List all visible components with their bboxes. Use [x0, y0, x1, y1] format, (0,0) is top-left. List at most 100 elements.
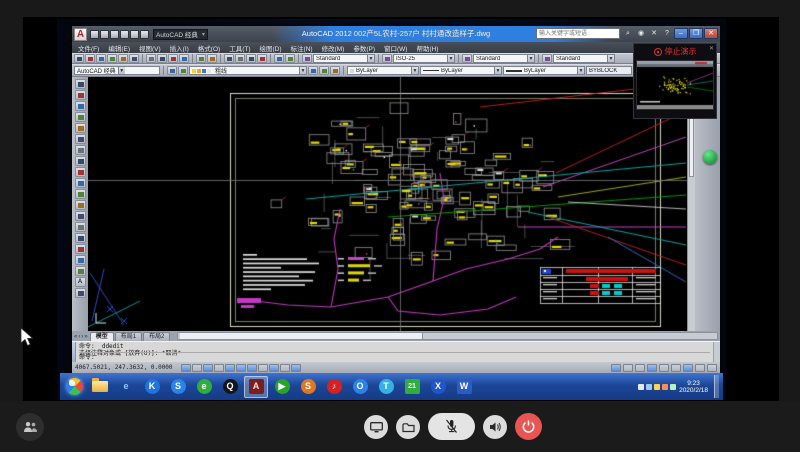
scrollbar-thumb[interactable] — [180, 333, 422, 339]
polar-tracking-toggle[interactable] — [225, 364, 235, 372]
menu-item[interactable]: 工具(T) — [229, 43, 250, 53]
menu-item[interactable]: 插入(I) — [170, 43, 189, 53]
multiline-text-icon[interactable]: A — [75, 277, 86, 287]
taskbar-item-tim[interactable]: T — [374, 376, 398, 398]
table-style-icon[interactable] — [462, 54, 472, 63]
video-file-button[interactable] — [396, 415, 420, 439]
ortho-mode-toggle[interactable] — [214, 364, 224, 372]
tab-布局1[interactable]: 布局1 — [115, 332, 142, 341]
tab-nav-arrow[interactable]: » — [84, 334, 87, 340]
menu-item[interactable]: 绘图(D) — [260, 43, 282, 53]
plotstyle-dropdown[interactable]: BYBLOCK — [586, 66, 632, 75]
cut-icon[interactable] — [146, 54, 156, 63]
menu-item[interactable]: 修改(M) — [322, 43, 345, 53]
end-call-button[interactable] — [515, 413, 542, 440]
quick-view-drawings-icon[interactable] — [635, 364, 645, 372]
menu-item[interactable]: 视图(V) — [139, 43, 161, 53]
taskbar-item-wps-word[interactable]: W — [452, 376, 476, 398]
taskbar-item-kugou-music[interactable]: K — [140, 376, 164, 398]
layer-previous-icon[interactable] — [319, 66, 329, 75]
arc-icon[interactable] — [75, 134, 86, 144]
layer-properties-icon[interactable] — [167, 66, 177, 75]
clean-screen-icon[interactable] — [707, 364, 717, 372]
text-style-dropdown[interactable]: Standard▼ — [313, 54, 375, 63]
make-object-layer-icon[interactable] — [308, 66, 318, 75]
construction-line-icon[interactable] — [75, 90, 86, 100]
workspaces-dropdown[interactable]: AutoCAD 经典 ▼ — [74, 66, 160, 75]
menu-item[interactable]: 文件(F) — [78, 43, 99, 53]
microphone-muted-button[interactable] — [428, 413, 475, 440]
mleader-style-dropdown[interactable]: Standard▼ — [553, 54, 615, 63]
gradient-icon[interactable] — [75, 244, 86, 254]
maximize-button[interactable]: ❐ — [689, 28, 703, 39]
infer-constraints-toggle[interactable] — [181, 364, 191, 372]
open-icon[interactable] — [85, 54, 95, 63]
properties-icon[interactable] — [274, 54, 284, 63]
taskbar-item-360-safe[interactable]: e — [192, 376, 216, 398]
object-snap-tracking-toggle[interactable] — [247, 364, 257, 372]
scrollbar-thumb[interactable] — [689, 117, 694, 177]
layer-dropdown[interactable]: 粗线 ▼ — [189, 66, 307, 75]
table-icon[interactable] — [75, 266, 86, 276]
text-style-icon[interactable] — [302, 54, 312, 63]
zoom-previous-icon[interactable] — [257, 54, 267, 63]
tab-布局2[interactable]: 布局2 — [143, 332, 170, 341]
dim-style-icon[interactable] — [382, 54, 392, 63]
circle-icon[interactable] — [75, 145, 86, 155]
save-icon[interactable] — [96, 54, 106, 63]
taskbar-item-sogou-input[interactable]: S — [166, 376, 190, 398]
search-icon[interactable]: ⌕ — [623, 29, 633, 39]
designcenter-icon[interactable] — [285, 54, 295, 63]
menu-item[interactable]: 窗口(W) — [384, 43, 407, 53]
annotation-visibility-icon[interactable] — [659, 364, 669, 372]
workspace-switching-icon[interactable] — [683, 364, 693, 372]
taskbar-item-app-21[interactable]: 21 — [400, 376, 424, 398]
taskbar-item-media-player[interactable]: ▶ — [270, 376, 294, 398]
show-desktop-button[interactable] — [714, 375, 719, 398]
linetype-dropdown[interactable]: ByLayer ▼ — [420, 66, 502, 75]
horizontal-scrollbar[interactable] — [177, 332, 718, 340]
add-scale-icon[interactable] — [75, 288, 86, 298]
taskbar-item-internet-explorer[interactable]: e — [114, 376, 138, 398]
taskbar-item-browser-360[interactable]: O — [348, 376, 372, 398]
menu-item[interactable]: 编辑(E) — [108, 43, 130, 53]
zoom-window-icon[interactable] — [246, 54, 256, 63]
infocenter-search-input[interactable] — [536, 28, 620, 39]
speaker-button[interactable] — [483, 415, 507, 439]
taskbar-clock[interactable]: 9:23 2020/2/18 — [679, 380, 708, 394]
dynamic-input-toggle[interactable] — [269, 364, 279, 372]
undo-icon[interactable] — [196, 54, 206, 63]
zoom-realtime-icon[interactable] — [235, 54, 245, 63]
grid-display-toggle[interactable] — [203, 364, 213, 372]
menu-item[interactable]: 参数(P) — [353, 43, 375, 53]
dim-style-dropdown[interactable]: ISO-25▼ — [393, 54, 455, 63]
polygon-icon[interactable] — [75, 112, 86, 122]
mleader-style-icon[interactable] — [542, 54, 552, 63]
spline-icon[interactable] — [75, 167, 86, 177]
annotation-scale-icon[interactable] — [647, 364, 657, 372]
taskbar-item-explorer[interactable] — [88, 376, 112, 398]
line-icon[interactable] — [75, 79, 86, 89]
qnew-icon[interactable] — [74, 54, 84, 63]
taskbar-item-sohu-video[interactable]: S — [296, 376, 320, 398]
hatch-icon[interactable] — [75, 233, 86, 243]
table-style-dropdown[interactable]: Standard▼ — [473, 54, 535, 63]
quick-properties-toggle[interactable] — [291, 364, 301, 372]
cad-drawing-canvas[interactable] — [88, 77, 687, 331]
preview-icon[interactable] — [118, 54, 128, 63]
command-window[interactable]: 命令: _ddedit选择注释对象或 [放弃(U)]: *取消* 命令: — [72, 341, 720, 362]
publish-icon[interactable] — [129, 54, 139, 63]
point-icon[interactable] — [75, 222, 86, 232]
model-space-icon[interactable] — [611, 364, 621, 372]
participants-button[interactable] — [16, 413, 44, 441]
region-icon[interactable] — [75, 255, 86, 265]
lineweight-dropdown[interactable]: ByLayer ▼ — [503, 66, 585, 75]
command-scrollbar[interactable] — [713, 342, 720, 362]
tab-nav-arrow[interactable]: ‹ — [78, 334, 80, 340]
tray-power-icon[interactable] — [670, 384, 676, 390]
redo-icon[interactable] — [207, 54, 217, 63]
paste-icon[interactable] — [168, 54, 178, 63]
start-button[interactable] — [66, 378, 83, 395]
taskbar-item-thunder[interactable]: X — [426, 376, 450, 398]
menu-item[interactable]: 格式(O) — [198, 43, 220, 53]
